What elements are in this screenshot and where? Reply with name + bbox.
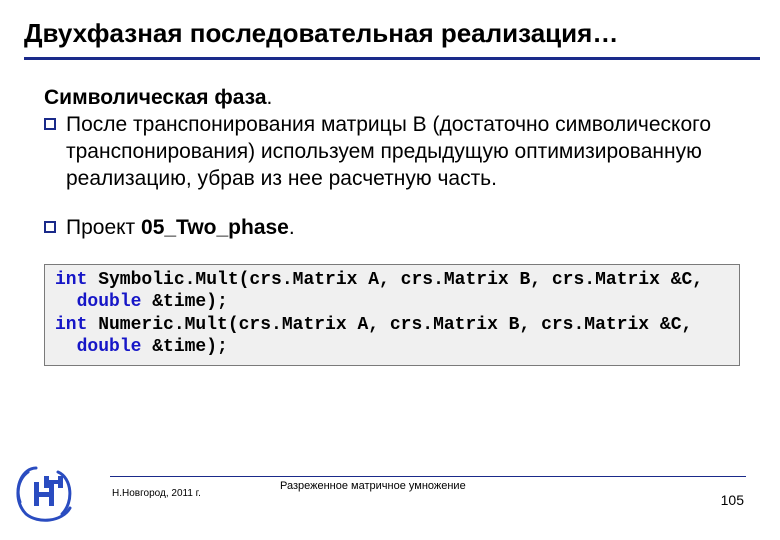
code-text: Symbolic.Mult(crs.Matrix A, crs.Matrix B… <box>87 270 703 290</box>
bullet-text: После транспонирования матрицы B (достат… <box>66 112 740 193</box>
footer-subject: Разреженное матричное умножение <box>280 480 466 492</box>
code-text: &time); <box>141 337 227 357</box>
code-block: int Symbolic.Mult(crs.Matrix A, crs.Matr… <box>44 264 740 366</box>
code-keyword: double <box>77 337 142 357</box>
footer-location: Н.Новгород, 2011 г. <box>112 488 201 499</box>
bullet-prefix: Проект <box>66 216 141 239</box>
code-keyword: double <box>77 292 142 312</box>
slide-title: Двухфазная последовательная реализация… <box>24 18 760 60</box>
square-bullet-icon <box>44 221 66 233</box>
project-name: 05_Two_phase <box>141 216 289 239</box>
code-keyword: int <box>55 270 87 290</box>
square-bullet-icon <box>44 118 66 130</box>
code-text: &time); <box>141 292 227 312</box>
subheading-text: Символическая фаза <box>44 86 267 109</box>
slide: Двухфазная последовательная реализация… … <box>0 0 780 540</box>
footer: Н.Новгород, 2011 г. Разреженное матрично… <box>0 466 780 526</box>
bullet-text: Проект 05_Two_phase. <box>66 215 295 242</box>
code-text: Numeric.Mult(crs.Matrix A, crs.Matrix B,… <box>87 315 692 335</box>
subheading-dot: . <box>267 86 273 109</box>
bullet-item: После транспонирования матрицы B (достат… <box>44 112 740 193</box>
page-number: 105 <box>721 492 744 508</box>
university-logo <box>8 462 80 526</box>
bullet-item: Проект 05_Two_phase. <box>44 215 740 242</box>
title-block: Двухфазная последовательная реализация… <box>0 18 780 60</box>
content-area: Символическая фаза. После транспонирован… <box>0 60 780 366</box>
footer-divider <box>110 476 746 477</box>
code-keyword: int <box>55 315 87 335</box>
subheading: Символическая фаза. <box>44 86 740 110</box>
